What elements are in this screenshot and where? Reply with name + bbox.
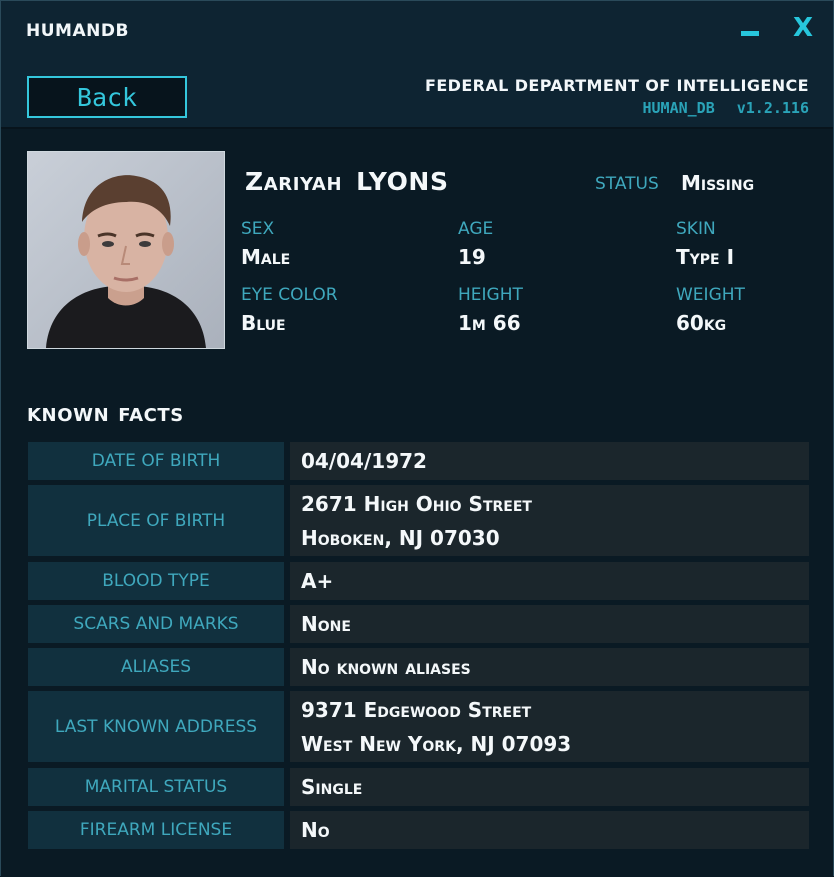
fact-value-line: 04/04/1972: [301, 449, 427, 473]
fact-value: 9371 Edgewood Street West New York, NJ 0…: [290, 691, 809, 762]
attribute-label: EYE COLOR: [241, 285, 338, 305]
fact-value-line: 9371 Edgewood Street: [301, 697, 532, 722]
fact-value: A+: [290, 562, 809, 600]
profile-panel: Zariyah LYONS STATUS Missing SEX Male AGE…: [1, 129, 833, 877]
fact-value-line: Hoboken, NJ 07030: [301, 525, 500, 550]
fact-value: None: [290, 605, 809, 643]
attribute-height: HEIGHT 1m 66: [458, 285, 523, 335]
close-icon[interactable]: X: [793, 13, 813, 43]
fact-value-line: None: [301, 612, 351, 636]
first-name: Zariyah: [245, 167, 343, 196]
fact-label: MARITAL STATUS: [28, 768, 284, 806]
fact-label: DATE OF BIRTH: [28, 442, 284, 480]
fact-value: 04/04/1972: [290, 442, 809, 480]
header-bar: Back FEDERAL DEPARTMENT OF INTELLIGENCE …: [1, 61, 833, 129]
title-bar: HUMANDB X: [1, 1, 833, 61]
person-name: Zariyah LYONS: [245, 167, 449, 196]
attribute-label: AGE: [458, 219, 494, 239]
status-label: STATUS: [595, 174, 659, 194]
back-button[interactable]: Back: [27, 76, 187, 118]
fact-value: No known aliases: [290, 648, 809, 686]
attribute-value: Blue: [241, 311, 286, 335]
status-value: Missing: [681, 171, 755, 195]
fact-row-blood-type: BLOOD TYPE A+: [28, 562, 809, 600]
attribute-weight: WEIGHT 60kg: [676, 285, 745, 335]
organization-title: FEDERAL DEPARTMENT OF INTELLIGENCE: [425, 76, 809, 95]
fact-value-line: West New York, NJ 07093: [301, 731, 572, 756]
fact-row-firearm-license: FIREARM LICENSE No: [28, 811, 809, 849]
attribute-age: AGE 19: [458, 219, 493, 269]
fact-row-place-of-birth: PLACE OF BIRTH 2671 High Ohio Street Hob…: [28, 485, 809, 556]
fact-value-line: A+: [301, 569, 334, 593]
attribute-value: 1m 66: [458, 311, 521, 335]
attribute-label: SKIN: [676, 219, 716, 239]
attribute-label: WEIGHT: [676, 285, 745, 305]
fact-value: Single: [290, 768, 809, 806]
last-name: LYONS: [356, 167, 449, 196]
version-info: HUMAN_DB v1.2.116: [643, 99, 810, 117]
fact-label: ALIASES: [28, 648, 284, 686]
fact-label: SCARS AND MARKS: [28, 605, 284, 643]
fact-label: FIREARM LICENSE: [28, 811, 284, 849]
db-name: HUMAN_DB: [642, 99, 715, 117]
heading-word: KNOWN: [27, 405, 110, 426]
fact-label: LAST KNOWN ADDRESS: [28, 691, 284, 762]
attribute-value: Type I: [676, 245, 735, 269]
fact-label: BLOOD TYPE: [28, 562, 284, 600]
fact-value-line: No known aliases: [301, 655, 471, 679]
fact-value-line: 2671 High Ohio Street: [301, 491, 532, 516]
person-photo: [27, 151, 225, 349]
fact-value: No: [290, 811, 809, 849]
attribute-label: SEX: [241, 219, 275, 239]
fact-row-marital-status: MARITAL STATUS Single: [28, 768, 809, 806]
minimize-icon[interactable]: [741, 31, 759, 36]
heading-word: FACTS: [118, 405, 184, 426]
version-number: v1.2.116: [736, 99, 809, 117]
humandb-window: HUMANDB X Back FEDERAL DEPARTMENT OF INT…: [0, 0, 834, 877]
fact-value: 2671 High Ohio Street Hoboken, NJ 07030: [290, 485, 809, 556]
app-title: HUMANDB: [26, 21, 129, 41]
attribute-sex: SEX Male: [241, 219, 290, 269]
attribute-value: 19: [458, 245, 486, 269]
fact-row-date-of-birth: DATE OF BIRTH 04/04/1972: [28, 442, 809, 480]
attribute-skin: SKIN Type I: [676, 219, 734, 269]
fact-value-line: Single: [301, 775, 363, 799]
known-facts-heading: KNOWN FACTS: [27, 405, 184, 426]
fact-row-aliases: ALIASES No known aliases: [28, 648, 809, 686]
portrait-illustration: [28, 152, 224, 348]
attribute-value: 60kg: [676, 311, 727, 335]
fact-label: PLACE OF BIRTH: [28, 485, 284, 556]
fact-row-scars-and-marks: SCARS AND MARKS None: [28, 605, 809, 643]
fact-row-last-known-address: LAST KNOWN ADDRESS 9371 Edgewood Street …: [28, 691, 809, 762]
attribute-value: Male: [241, 245, 291, 269]
attribute-eye-color: EYE COLOR Blue: [241, 285, 338, 335]
fact-value-line: No: [301, 818, 330, 842]
attribute-label: HEIGHT: [458, 285, 523, 305]
